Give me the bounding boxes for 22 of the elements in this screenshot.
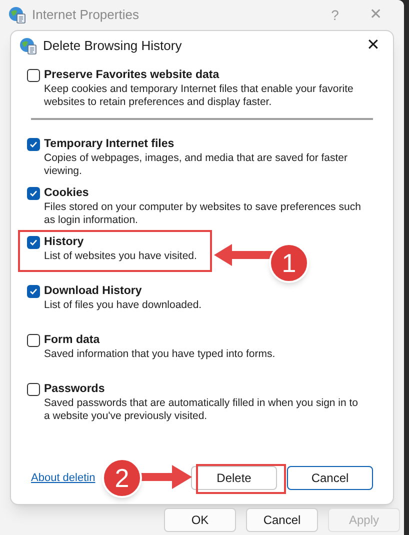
option-label[interactable]: Passwords <box>44 383 105 396</box>
option-label[interactable]: Cookies <box>44 187 89 200</box>
option-description: List of websites you have visited. <box>44 250 197 263</box>
option-description: Files stored on your computer by websites to save preferences such as login information. <box>44 201 362 227</box>
cancel-button[interactable]: Cancel <box>287 466 373 490</box>
option-label[interactable]: Form data <box>44 334 100 347</box>
option-label[interactable]: Download History <box>44 285 142 298</box>
option-description: Keep cookies and temporary Internet files that enable your favorite websites to retain preferences and display faster. <box>44 83 354 109</box>
option-label[interactable]: Preserve Favorites website data <box>44 69 220 82</box>
about-link[interactable]: About deletin <box>31 470 96 486</box>
option-description: Copies of webpages, images, and media that are saved for faster viewing. <box>44 152 349 178</box>
option-description: Saved passwords that are automatically filled in when you sign in to a website you've previously visited. <box>44 397 360 423</box>
option-description: Saved information that you have typed into forms. <box>44 348 276 361</box>
close-button[interactable]: ✕ <box>361 34 385 58</box>
delete-button[interactable]: Delete <box>191 466 277 490</box>
option-label[interactable]: History <box>44 236 84 249</box>
option-label[interactable]: Temporary Internet files <box>44 138 174 151</box>
window-button[interactable]: Cancel <box>246 508 318 532</box>
option-description: List of files you have downloaded. <box>44 299 202 312</box>
window-title: Internet Properties <box>32 6 139 24</box>
window-button[interactable]: OK <box>164 508 236 532</box>
dialog-title: Delete Browsing History <box>43 37 182 56</box>
